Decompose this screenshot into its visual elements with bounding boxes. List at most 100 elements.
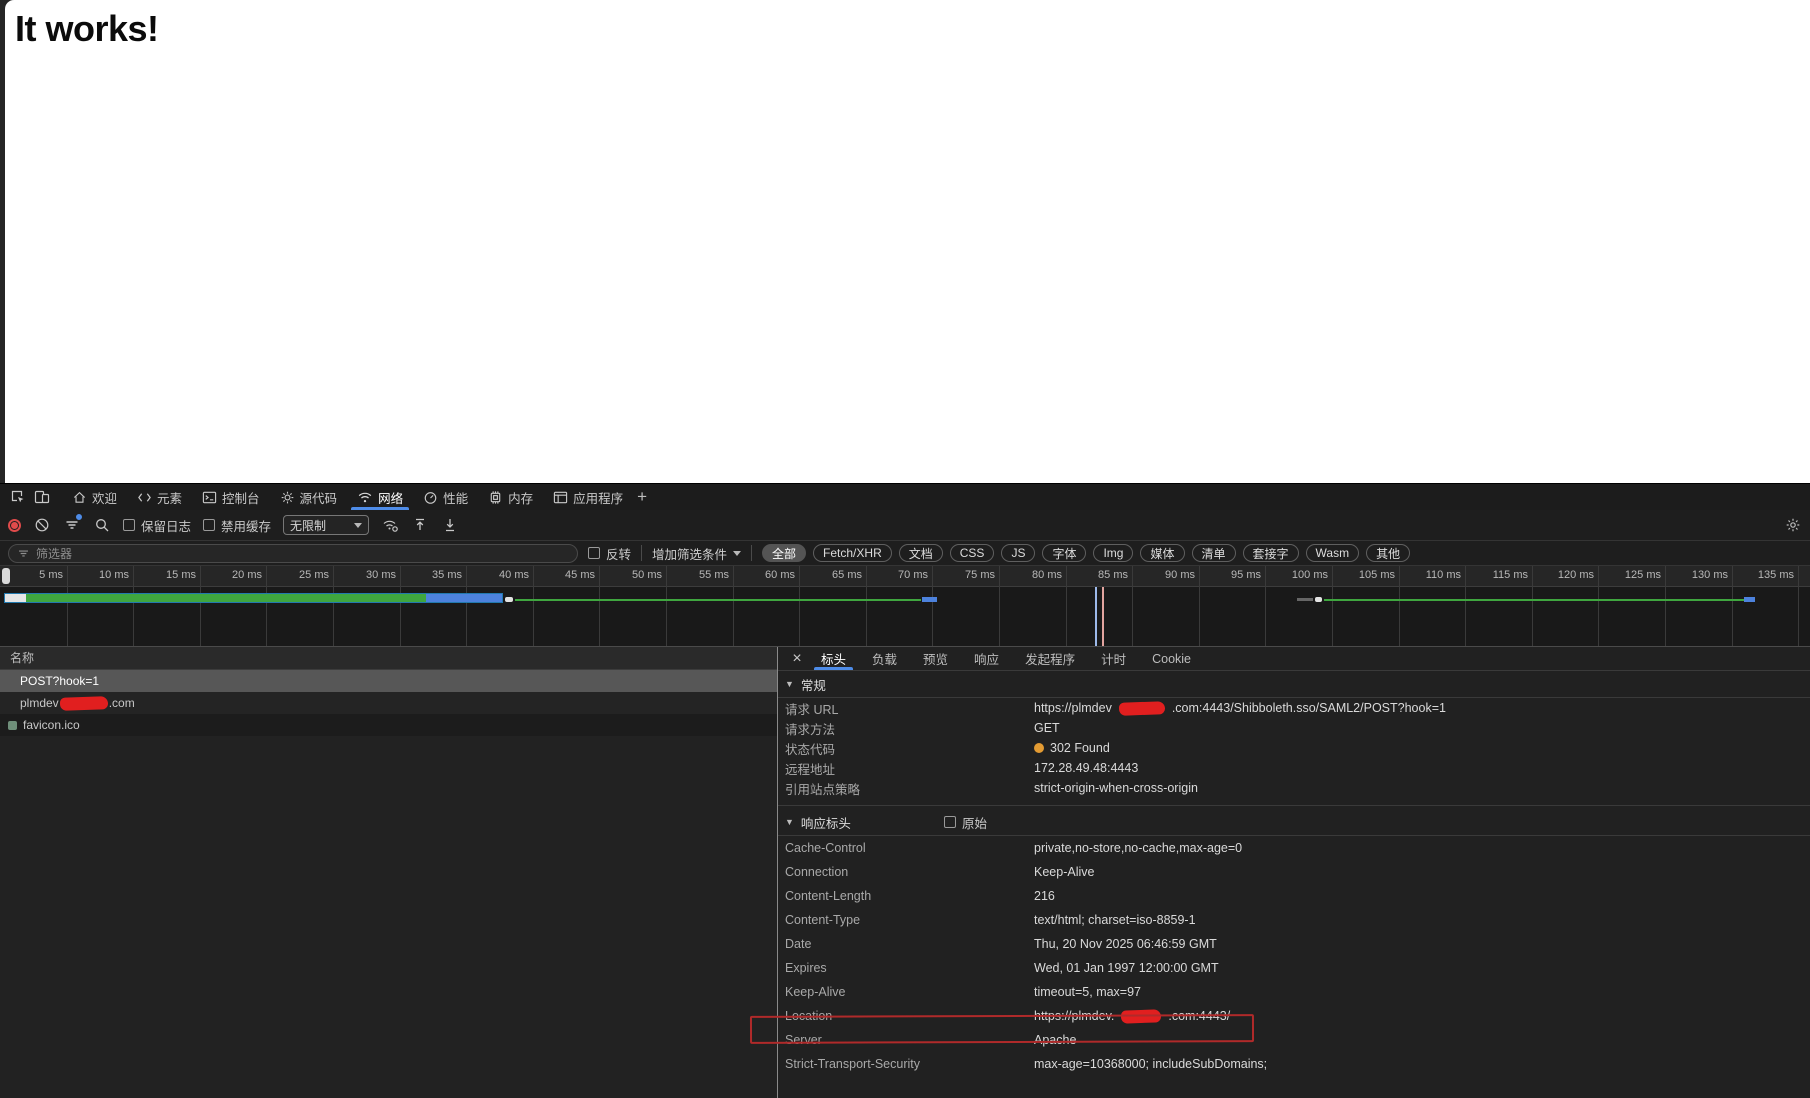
filter-pill-字体[interactable]: 字体 (1042, 544, 1086, 562)
details-tab-strip: × 标头负载预览响应发起程序计时Cookie (778, 647, 1810, 671)
filter-pill-清单[interactable]: 清单 (1192, 544, 1236, 562)
more-tools-button[interactable]: + (637, 487, 647, 507)
header-value[interactable]: max-age=10368000; includeSubDomains; (1034, 1057, 1267, 1071)
header-value[interactable]: GET (1034, 721, 1060, 735)
filter-pill-wasm[interactable]: Wasm (1306, 544, 1360, 562)
general-section-header[interactable]: ▼ 常规 (778, 671, 1810, 698)
tab-console[interactable]: 控制台 (192, 484, 270, 510)
header-value[interactable]: 172.28.49.48:4443 (1034, 761, 1138, 775)
value-text: .com:4443/ (1168, 1009, 1230, 1023)
console-icon (202, 490, 217, 505)
value-text: https://plmdev. (1034, 1009, 1114, 1023)
network-conditions-icon[interactable] (381, 516, 399, 534)
name-column-header[interactable]: 名称 (0, 647, 777, 670)
tab-performance[interactable]: 性能 (413, 484, 478, 510)
general-row: 引用站点策略strict-origin-when-cross-origin (778, 778, 1810, 798)
tab-network[interactable]: 网络 (347, 484, 413, 510)
tab-application[interactable]: 应用程序 (543, 484, 633, 510)
timeline-ruler[interactable]: 5 ms10 ms15 ms20 ms25 ms30 ms35 ms40 ms4… (0, 566, 1810, 587)
export-har-icon[interactable] (441, 516, 459, 534)
request-row[interactable]: POST?hook=1 (0, 670, 777, 692)
device-toolbar-icon[interactable] (30, 485, 54, 509)
filter-pill-img[interactable]: Img (1093, 544, 1133, 562)
page-heading: It works! (5, 0, 1810, 50)
filter-toggle-icon[interactable] (63, 516, 81, 534)
details-tab-发起程序[interactable]: 发起程序 (1012, 647, 1088, 670)
filter-pill-js[interactable]: JS (1001, 544, 1035, 562)
import-har-icon[interactable] (411, 516, 429, 534)
clear-network-log-icon[interactable] (33, 516, 51, 534)
invert-filter-checkbox[interactable]: 反转 (588, 544, 631, 563)
response-header-row: Content-Typetext/html; charset=iso-8859-… (778, 908, 1810, 932)
load-event-marker (1102, 587, 1104, 646)
timeline-tick: 75 ms (933, 569, 995, 581)
tab-sources[interactable]: 源代码 (270, 484, 348, 510)
details-tab-预览[interactable]: 预览 (910, 647, 961, 670)
search-icon[interactable] (93, 516, 111, 534)
header-value[interactable]: strict-origin-when-cross-origin (1034, 781, 1198, 795)
network-icon (357, 490, 373, 505)
filter-pill-套接字[interactable]: 套接字 (1243, 544, 1299, 562)
timeline-tick: 50 ms (600, 569, 662, 581)
gridline (1532, 587, 1533, 646)
header-label: 远程地址 (778, 759, 1034, 778)
gridline (533, 587, 534, 646)
header-value[interactable]: timeout=5, max=97 (1034, 985, 1141, 999)
header-value[interactable]: Thu, 20 Nov 2025 06:46:59 GMT (1034, 937, 1217, 951)
preserve-log-box[interactable] (123, 519, 135, 531)
header-value[interactable]: 302 Found (1034, 741, 1110, 755)
header-value[interactable]: text/html; charset=iso-8859-1 (1034, 913, 1196, 927)
header-value[interactable]: https://plmdev.com:4443/Shibboleth.sso/S… (1034, 701, 1446, 715)
disable-cache-box[interactable] (203, 519, 215, 531)
record-network-log-button[interactable] (8, 519, 21, 532)
header-label: Expires (778, 961, 1034, 975)
status-dot-icon (1034, 743, 1044, 753)
more-filters-dropdown[interactable]: 增加筛选条件 (652, 544, 741, 563)
filter-pill-css[interactable]: CSS (950, 544, 995, 562)
request-line[interactable] (515, 599, 921, 601)
filter-pill-媒体[interactable]: 媒体 (1140, 544, 1184, 562)
header-value[interactable]: 216 (1034, 889, 1055, 903)
filter-input[interactable]: 筛选器 (8, 544, 578, 563)
details-tab-响应[interactable]: 响应 (961, 647, 1012, 670)
details-tab-负载[interactable]: 负载 (859, 647, 910, 670)
timeline-tick: 20 ms (200, 569, 262, 581)
network-settings-gear-icon[interactable] (1784, 516, 1802, 534)
timeline-tick: 10 ms (67, 569, 129, 581)
throttling-select[interactable]: 无限制 (283, 515, 369, 535)
preserve-log-checkbox[interactable]: 保留日志 (123, 516, 191, 535)
header-value[interactable]: Wed, 01 Jan 1997 12:00:00 GMT (1034, 961, 1219, 975)
timeline-tick: 105 ms (1333, 569, 1395, 581)
header-value[interactable]: Apache (1034, 1033, 1076, 1047)
gridline (1732, 587, 1733, 646)
filter-pill-fetch/xhr[interactable]: Fetch/XHR (813, 544, 892, 562)
network-toolbar: 保留日志 禁用缓存 无限制 (0, 510, 1810, 541)
header-value[interactable]: private,no-store,no-cache,max-age=0 (1034, 841, 1242, 855)
gridline (1665, 587, 1666, 646)
request-row[interactable]: favicon.ico (0, 714, 777, 736)
filter-pill-文档[interactable]: 文档 (899, 544, 943, 562)
disable-cache-checkbox[interactable]: 禁用缓存 (203, 516, 271, 535)
request-line-tip (1744, 597, 1755, 602)
close-details-icon[interactable]: × (786, 650, 808, 668)
gridline (599, 587, 600, 646)
request-row[interactable]: plmdev.com (0, 692, 777, 714)
filter-pill-全部[interactable]: 全部 (762, 544, 806, 562)
header-value[interactable]: https://plmdev. .com:4443/ (1034, 1009, 1230, 1023)
raw-headers-checkbox[interactable]: 原始 (944, 813, 987, 832)
waterfall-overview[interactable] (0, 587, 1810, 646)
request-bar[interactable] (4, 593, 503, 603)
response-headers-section-header[interactable]: ▼ 响应标头 原始 (778, 809, 1810, 836)
timeline-tick: 85 ms (1066, 569, 1128, 581)
inspect-element-icon[interactable] (6, 485, 30, 509)
tab-welcome[interactable]: 欢迎 (62, 484, 127, 510)
timeline-tick: 95 ms (1199, 569, 1261, 581)
filter-pill-其他[interactable]: 其他 (1366, 544, 1410, 562)
tab-memory[interactable]: 内存 (478, 484, 543, 510)
details-tab-标头[interactable]: 标头 (808, 647, 859, 670)
header-value[interactable]: Keep-Alive (1034, 865, 1094, 879)
tab-elements[interactable]: 元素 (127, 484, 192, 510)
request-line[interactable] (1324, 599, 1744, 601)
details-tab-Cookie[interactable]: Cookie (1139, 647, 1204, 670)
details-tab-计时[interactable]: 计时 (1088, 647, 1139, 670)
